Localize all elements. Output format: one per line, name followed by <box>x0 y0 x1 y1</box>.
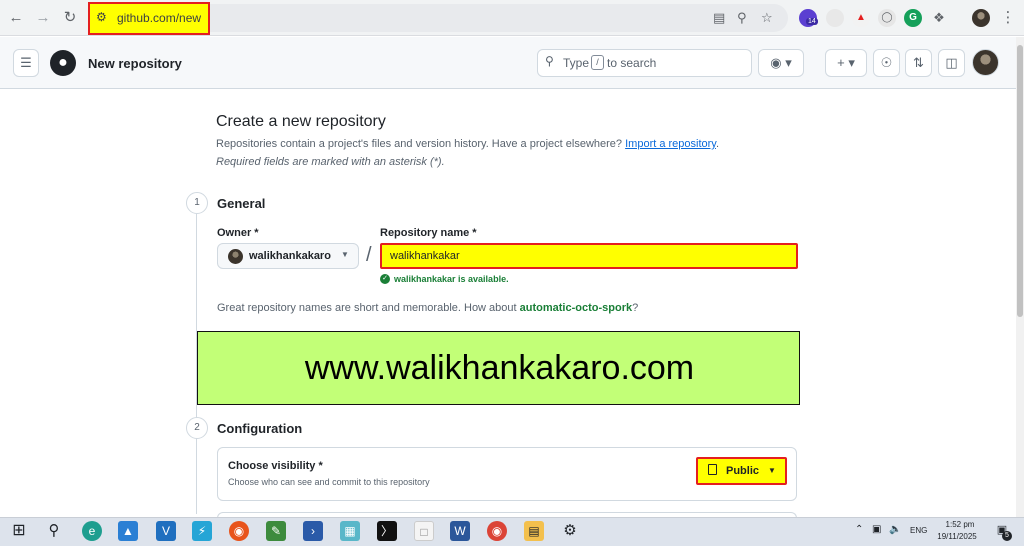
suggested-name-link[interactable]: automatic-octo-spork <box>520 302 632 314</box>
issues-icon[interactable]: ☉ <box>873 49 900 77</box>
repo-name-label: Repository name * <box>380 227 477 239</box>
clock-date[interactable]: 19/11/2025 <box>932 532 982 541</box>
check-circle-icon: ✓ <box>380 274 390 284</box>
profile-avatar-icon[interactable] <box>972 9 990 27</box>
name-suggestion: Great repository names are short and mem… <box>217 302 639 314</box>
zoom-icon[interactable]: ⚲ <box>737 10 747 26</box>
repo-icon <box>708 464 717 475</box>
copilot-button[interactable]: ◉ ▾ <box>758 49 804 77</box>
network-icon[interactable]: ▣ <box>872 524 881 535</box>
owner-repo-separator: / <box>366 244 372 266</box>
search-icon[interactable]: ⚲ <box>44 521 64 541</box>
search-placeholder: Type <box>563 56 590 70</box>
language-indicator[interactable]: ENG <box>910 526 927 535</box>
watermark-banner: www.walikhankakaro.com <box>197 331 800 405</box>
hamburger-menu-icon[interactable]: ☰ <box>13 49 39 77</box>
power-automate-icon[interactable]: ⚡ <box>192 521 212 541</box>
tab-extension-icon[interactable] <box>826 9 844 27</box>
bookmark-star-icon[interactable]: ☆ <box>761 10 773 26</box>
step-title-general: General <box>217 196 266 211</box>
tagged-extension-icon[interactable]: ▲ <box>852 9 870 27</box>
user-avatar[interactable] <box>972 49 999 76</box>
search-placeholder-end: to search <box>607 56 657 70</box>
chevron-down-icon: ▼ <box>341 250 349 259</box>
owner-avatar <box>228 249 243 264</box>
scrollbar-thumb[interactable] <box>1017 45 1023 317</box>
edge-browser-icon[interactable]: e <box>82 521 102 541</box>
intro-text: Repositories contain a project's files a… <box>216 138 720 150</box>
back-arrow-icon[interactable]: ← <box>6 8 26 28</box>
settings-gear-icon[interactable]: ⚙ <box>560 521 580 541</box>
app-shark-icon[interactable]: ▲ <box>118 521 138 541</box>
visual-studio-icon[interactable]: V <box>156 521 176 541</box>
form-heading: Create a new repository <box>216 113 386 130</box>
app-icon[interactable]: ▦ <box>340 521 360 541</box>
volume-icon[interactable]: 🔈 <box>889 524 901 535</box>
banner-text: www.walikhankakaro.com <box>304 349 695 387</box>
install-app-icon[interactable]: ▤ <box>713 10 725 26</box>
firefox-icon[interactable]: ◉ <box>229 521 249 541</box>
grammarly-icon[interactable]: G <box>904 9 922 27</box>
owner-name: walikhankakaro <box>249 250 331 262</box>
step-number-general: 1 <box>186 192 208 214</box>
chevron-up-icon[interactable]: ⌃ <box>855 524 863 535</box>
page-title: New repository <box>88 56 182 71</box>
owner-label: Owner * <box>217 227 259 239</box>
site-info-icon[interactable]: ⚙ <box>96 10 107 24</box>
create-new-button[interactable]: + ▾ <box>825 49 867 77</box>
chrome-icon[interactable]: ◉ <box>487 521 507 541</box>
visibility-value: Public <box>726 465 760 477</box>
forward-arrow-icon[interactable]: → <box>33 8 53 28</box>
notification-count: 5 <box>1002 531 1012 541</box>
inbox-icon[interactable]: ◫ <box>938 49 965 77</box>
word-icon[interactable]: W <box>450 521 470 541</box>
windows-taskbar <box>0 517 1024 546</box>
reload-icon[interactable]: ↻ <box>60 8 80 28</box>
powershell-icon[interactable]: › <box>303 521 323 541</box>
menu-kebab-icon[interactable]: ⋮ <box>998 8 1018 28</box>
required-fields-note: Required fields are marked with an aster… <box>216 156 445 168</box>
file-explorer-icon[interactable]: ▤ <box>524 521 544 541</box>
file-icon[interactable]: □ <box>414 521 434 541</box>
url-text[interactable]: github.com/new <box>117 11 201 25</box>
chevron-down-icon: ▼ <box>768 466 776 475</box>
visibility-description: Choose who can see and commit to this re… <box>228 477 430 487</box>
step-title-configuration: Configuration <box>217 421 303 436</box>
windows-start-icon[interactable]: ⊞ <box>9 521 29 541</box>
search-icon: ⚲ <box>545 54 554 68</box>
notepad-plus-icon[interactable]: ✎ <box>266 521 286 541</box>
repository-name-input[interactable] <box>380 243 798 269</box>
visibility-label: Choose visibility * <box>228 460 323 472</box>
terminal-icon[interactable]: 〉 <box>377 521 397 541</box>
clock-time[interactable]: 1:52 pm <box>940 520 980 529</box>
github-logo-icon[interactable]: ● <box>50 50 76 76</box>
shield-extension-icon[interactable]: ◯ <box>878 9 896 27</box>
step-number-configuration: 2 <box>186 417 208 439</box>
pull-requests-icon[interactable]: ⇅ <box>905 49 932 77</box>
puzzle-icon[interactable]: ❖ <box>930 9 948 27</box>
extension-badge: 14 <box>806 18 818 25</box>
import-repository-link[interactable]: Import a repository <box>625 138 716 150</box>
availability-message: walikhankakar is available. <box>394 274 509 284</box>
search-shortcut-key: / <box>591 55 604 70</box>
